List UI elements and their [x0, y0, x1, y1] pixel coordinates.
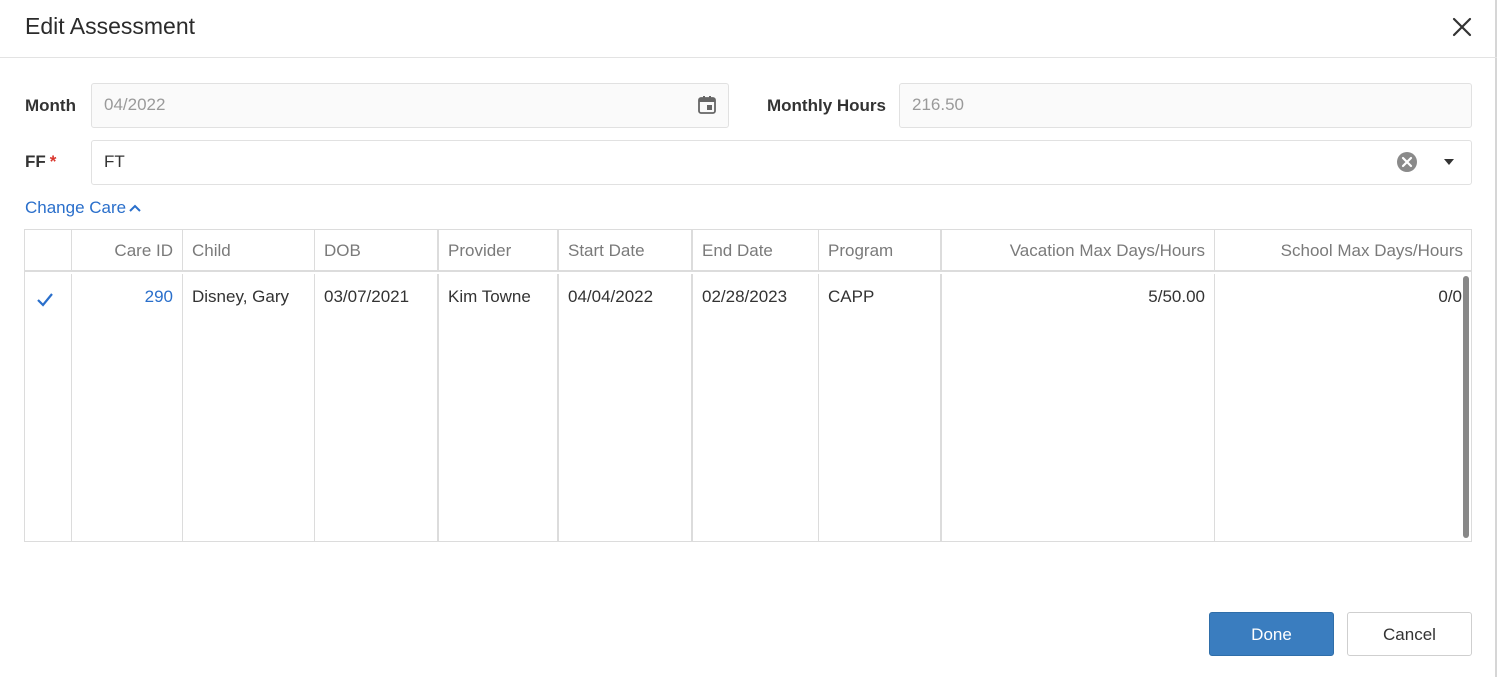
cell-vacation-max: 5/50.00 [940, 274, 1214, 541]
ff-value: FT [104, 152, 125, 171]
monthly-hours-value: 216.50 [912, 95, 964, 114]
column-header-end-date[interactable]: End Date [691, 230, 818, 271]
column-header-vacation-max[interactable]: Vacation Max Days/Hours [940, 230, 1214, 271]
grid-header: Care ID Child DOB Provider Start Date En… [25, 230, 1471, 272]
cell-child: Disney, Gary [182, 274, 314, 541]
scrollbar-thumb[interactable] [1463, 276, 1469, 538]
cell-start-date: 04/04/2022 [557, 274, 691, 541]
column-header-program[interactable]: Program [818, 230, 940, 271]
column-header-care-id[interactable]: Care ID [71, 230, 182, 271]
grid-body: 290 Disney, Gary 03/07/2021 Kim Towne 04… [25, 274, 1471, 541]
cell-provider: Kim Towne [437, 274, 557, 541]
checkmark-icon[interactable] [36, 291, 54, 309]
select-column-header[interactable] [25, 230, 71, 271]
column-header-dob[interactable]: DOB [314, 230, 437, 271]
cell-school-max: 0/0 [1214, 274, 1462, 541]
done-button[interactable]: Done [1209, 612, 1334, 656]
dialog-header: Edit Assessment [0, 0, 1497, 58]
cell-care-id: 290 [71, 274, 182, 541]
calendar-icon[interactable] [697, 95, 717, 115]
cancel-button[interactable]: Cancel [1347, 612, 1472, 656]
edit-assessment-dialog: Edit Assessment Month 04/2022 Monthly Ho… [0, 0, 1497, 677]
clear-icon[interactable] [1396, 151, 1418, 173]
ff-label-text: FF [25, 152, 46, 171]
month-label: Month [25, 96, 76, 115]
column-header-start-date[interactable]: Start Date [557, 230, 691, 271]
cell-dob: 03/07/2021 [314, 274, 437, 541]
required-marker: * [49, 152, 57, 171]
month-field[interactable]: 04/2022 [91, 83, 729, 128]
column-header-child[interactable]: Child [182, 230, 314, 271]
ff-label: FF * [25, 152, 56, 172]
vertical-scrollbar[interactable] [1462, 274, 1471, 541]
change-care-link[interactable]: Change Care [25, 198, 142, 218]
chevron-down-icon[interactable] [1442, 156, 1456, 168]
chevron-up-icon [129, 204, 141, 212]
close-button[interactable] [1449, 14, 1475, 40]
ff-select[interactable]: FT [91, 140, 1472, 185]
care-id-link[interactable]: 290 [145, 287, 173, 306]
change-care-label: Change Care [25, 198, 127, 217]
column-header-school-max[interactable]: School Max Days/Hours [1214, 230, 1471, 271]
monthly-hours-field[interactable]: 216.50 [899, 83, 1472, 128]
month-value: 04/2022 [104, 95, 166, 114]
care-grid: Care ID Child DOB Provider Start Date En… [24, 229, 1472, 542]
close-icon [1452, 17, 1472, 37]
dialog-title: Edit Assessment [25, 13, 196, 39]
column-header-provider[interactable]: Provider [437, 230, 557, 271]
table-row-select-cell[interactable] [25, 274, 71, 541]
monthly-hours-label: Monthly Hours [767, 96, 886, 115]
cell-end-date: 02/28/2023 [691, 274, 818, 541]
cell-program: CAPP [818, 274, 940, 541]
